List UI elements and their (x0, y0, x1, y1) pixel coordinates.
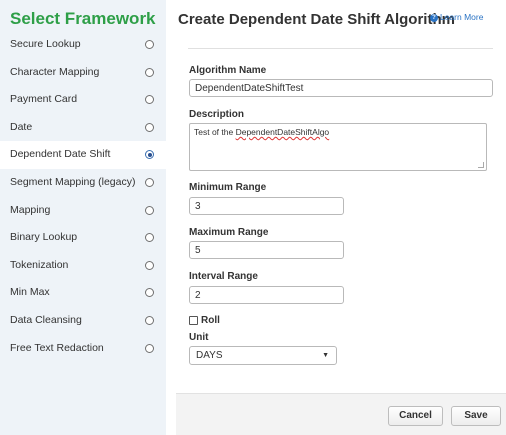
interval-range-label: Interval Range (189, 271, 258, 282)
framework-item-date[interactable]: Date (0, 114, 166, 142)
minimum-range-label: Minimum Range (189, 182, 267, 193)
dropdown-arrow-icon: ▼ (322, 352, 329, 359)
roll-label: Roll (201, 315, 220, 326)
radio-button[interactable] (145, 95, 154, 105)
interval-range-input[interactable] (189, 286, 344, 304)
description-label: Description (189, 109, 245, 120)
radio-button[interactable] (145, 288, 154, 298)
framework-item-label: Data Cleansing (10, 313, 82, 326)
save-button[interactable]: Save (451, 406, 501, 426)
minimum-range-input[interactable] (189, 197, 344, 215)
radio-button[interactable] (145, 122, 154, 132)
framework-sidebar: Select Framework Secure Lookup Character… (0, 0, 166, 435)
description-misspelled-word: DependentDateShiftAlgo (235, 127, 330, 137)
sidebar-title: Select Framework (10, 9, 156, 28)
framework-item-label: Date (10, 120, 33, 133)
framework-item-label: Segment Mapping (legacy) (10, 175, 136, 188)
framework-item-label: Tokenization (10, 258, 69, 271)
algorithm-name-label: Algorithm Name (189, 65, 267, 76)
framework-item-dependent-date-shift[interactable]: Dependent Date Shift (0, 141, 166, 169)
framework-item-label: Min Max (10, 286, 50, 299)
framework-item-tokenization[interactable]: Tokenization (0, 252, 166, 280)
description-text: Test of the (194, 127, 236, 137)
resize-grip-icon[interactable] (478, 162, 484, 168)
radio-button-selected[interactable] (145, 150, 154, 160)
framework-item-label: Free Text Redaction (10, 341, 104, 354)
radio-button[interactable] (145, 40, 154, 49)
maximum-range-input[interactable] (189, 241, 344, 259)
radio-button[interactable] (145, 233, 154, 243)
radio-button[interactable] (145, 205, 154, 215)
radio-button[interactable] (145, 260, 154, 270)
roll-checkbox[interactable] (189, 316, 198, 325)
header-divider (188, 48, 493, 49)
framework-item-label: Mapping (10, 203, 51, 216)
radio-button[interactable] (145, 67, 154, 77)
framework-item-segment-mapping[interactable]: Segment Mapping (legacy) (0, 169, 166, 197)
algorithm-name-input[interactable] (189, 79, 493, 97)
unit-select[interactable]: DAYS ▼ (189, 346, 337, 365)
page-title: Create Dependent Date Shift Algorithm (178, 11, 455, 28)
description-textarea[interactable]: Test of the DependentDateShiftAlgo (189, 123, 487, 171)
framework-item-secure-lookup[interactable]: Secure Lookup (0, 31, 166, 59)
unit-selected-value: DAYS (196, 350, 223, 361)
framework-item-min-max[interactable]: Min Max (0, 279, 166, 307)
framework-item-label: Secure Lookup (10, 38, 81, 50)
unit-label: Unit (189, 332, 209, 343)
maximum-range-label: Maximum Range (189, 227, 269, 238)
learn-more-label: Learn More (440, 12, 484, 22)
framework-item-data-cleansing[interactable]: Data Cleansing (0, 307, 166, 335)
radio-button[interactable] (145, 177, 154, 187)
framework-item-label: Character Mapping (10, 65, 100, 78)
radio-button[interactable] (145, 343, 154, 353)
framework-item-mapping[interactable]: Mapping (0, 197, 166, 225)
info-icon: ? (430, 14, 438, 22)
cancel-button[interactable]: Cancel (388, 406, 443, 426)
learn-more-link[interactable]: ? Learn More (430, 12, 483, 22)
framework-item-label: Payment Card (10, 93, 78, 106)
framework-item-character-mapping[interactable]: Character Mapping (0, 59, 166, 87)
framework-item-binary-lookup[interactable]: Binary Lookup (0, 224, 166, 252)
radio-button[interactable] (145, 315, 154, 325)
framework-item-label: Binary Lookup (10, 231, 78, 244)
framework-item-payment-card[interactable]: Payment Card (0, 86, 166, 114)
framework-item-free-text-redaction[interactable]: Free Text Redaction (0, 335, 166, 363)
framework-list: Secure Lookup Character Mapping Payment … (0, 31, 166, 362)
framework-item-label: Dependent Date Shift (10, 148, 111, 161)
